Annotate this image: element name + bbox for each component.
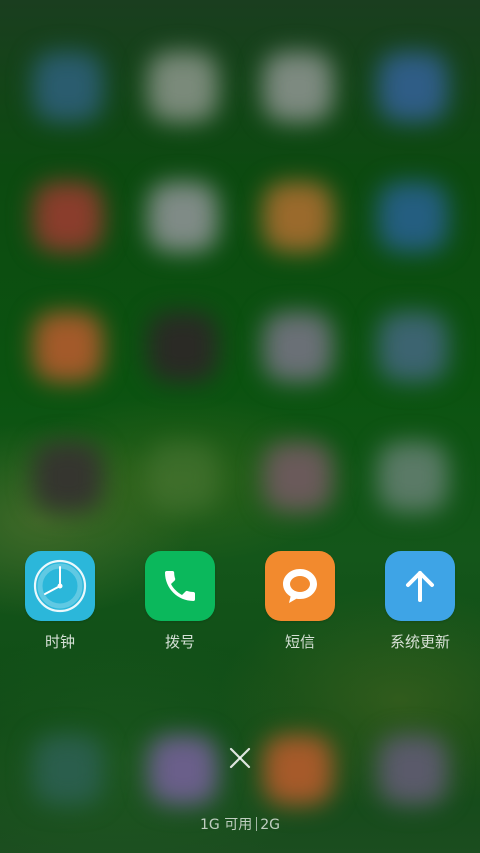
blurred-app-icon xyxy=(263,52,333,122)
blurred-app-icon xyxy=(148,182,218,252)
recent-app-label: 时钟 xyxy=(44,633,75,651)
recent-app-messages[interactable]: 短信 xyxy=(250,551,350,651)
blurred-app-icon xyxy=(263,442,333,512)
blurred-app-icon xyxy=(33,442,103,512)
recent-app-label: 系统更新 xyxy=(389,633,450,651)
recent-app-label: 短信 xyxy=(284,633,315,651)
recent-app-dialer[interactable]: 拨号 xyxy=(130,551,230,651)
recent-app-system-update[interactable]: 系统更新 xyxy=(370,551,470,651)
blurred-app-icon xyxy=(148,312,218,382)
close-icon[interactable] xyxy=(229,747,251,769)
blurred-app-icon xyxy=(33,52,103,122)
phone-icon[interactable] xyxy=(145,551,215,621)
arrow-up-icon[interactable] xyxy=(385,551,455,621)
message-icon[interactable] xyxy=(265,551,335,621)
clear-recents-button[interactable] xyxy=(225,743,255,773)
blurred-app-icon xyxy=(378,442,448,512)
blurred-app-icon xyxy=(148,735,218,805)
blurred-app-icon xyxy=(148,52,218,122)
blurred-app-icon xyxy=(33,312,103,382)
blurred-app-icon xyxy=(378,182,448,252)
recent-app-label: 拨号 xyxy=(164,633,195,651)
memory-status: 1G 可用 2G xyxy=(0,816,480,834)
blurred-app-icon xyxy=(263,182,333,252)
memory-total: 2G xyxy=(260,817,280,833)
blurred-app-icon xyxy=(263,312,333,382)
blurred-app-icon xyxy=(378,312,448,382)
recent-apps-row: 时钟 拨号 短信 系统更新 xyxy=(0,551,480,661)
blurred-app-icon xyxy=(378,52,448,122)
recent-app-clock[interactable]: 时钟 xyxy=(10,551,110,651)
blurred-app-icon xyxy=(33,735,103,805)
blurred-app-icon xyxy=(148,442,218,512)
blurred-app-icon xyxy=(33,182,103,252)
blurred-app-icon xyxy=(378,735,448,805)
blurred-app-icon xyxy=(263,735,333,805)
clock-icon[interactable] xyxy=(25,551,95,621)
blurred-wallpaper xyxy=(0,0,480,853)
memory-available: 1G 可用 xyxy=(200,817,253,833)
memory-separator xyxy=(256,817,258,831)
